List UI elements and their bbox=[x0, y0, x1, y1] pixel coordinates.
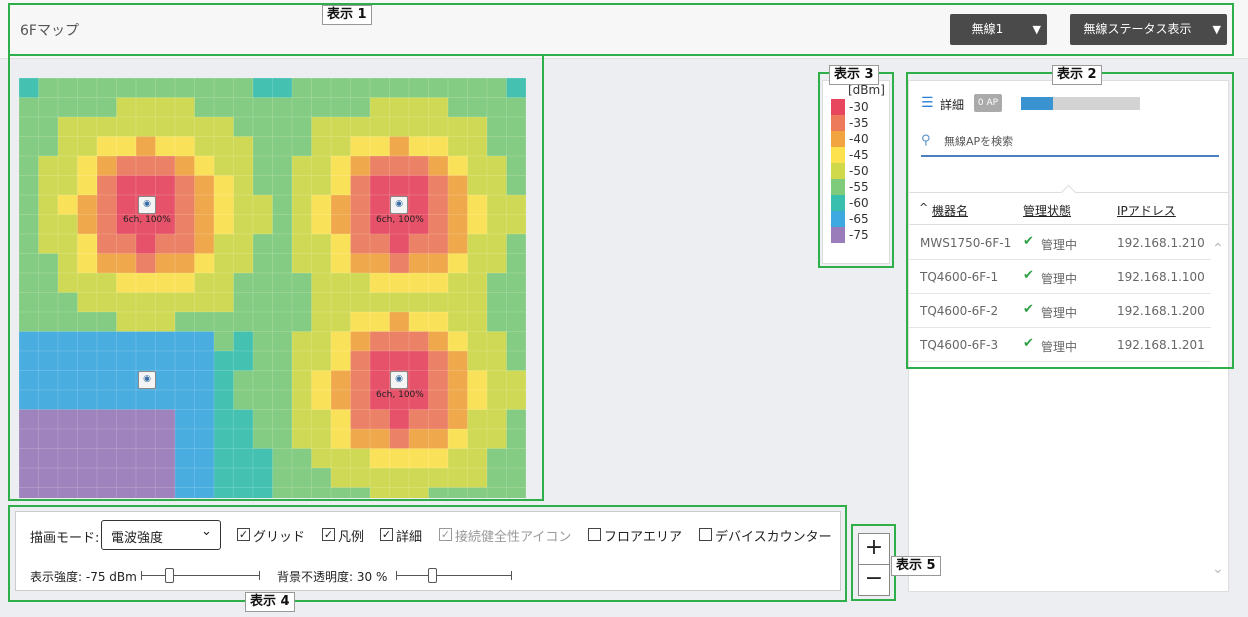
annotation-box-2 bbox=[906, 72, 1234, 369]
annotation-box-3 bbox=[818, 72, 894, 268]
annotation-box-5 bbox=[851, 524, 896, 601]
annotation-label-3: 表示 3 bbox=[829, 65, 879, 85]
annotation-label-2: 表示 2 bbox=[1052, 65, 1102, 85]
scroll-down-icon[interactable]: ⌄ bbox=[1212, 561, 1224, 577]
annotation-line bbox=[544, 54, 1234, 56]
annotation-box-1b bbox=[8, 54, 544, 501]
annotation-box-1 bbox=[8, 3, 1234, 56]
annotation-label-5: 表示 5 bbox=[891, 556, 941, 576]
annotation-box-4 bbox=[8, 505, 847, 602]
annotation-label-1: 表示 1 bbox=[322, 5, 372, 25]
annotation-label-4: 表示 4 bbox=[245, 592, 295, 612]
